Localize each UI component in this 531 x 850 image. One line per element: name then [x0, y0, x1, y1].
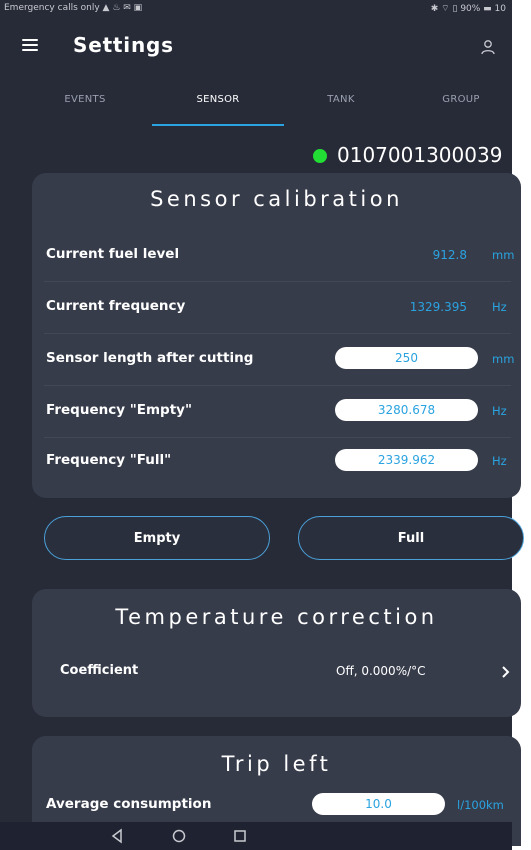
tab-events[interactable]: EVENTS	[20, 79, 150, 125]
row-unit: mm	[492, 248, 515, 262]
user-icon[interactable]	[480, 39, 496, 55]
row-unit: Hz	[492, 300, 507, 314]
coefficient-value: Off, 0.000%/°C	[336, 664, 426, 678]
tab-group[interactable]: GROUP	[410, 79, 512, 125]
row-unit: l/100km	[457, 798, 504, 812]
row-sensor-length: Sensor length after cutting 250 mm	[32, 334, 521, 386]
tab-tank[interactable]: TANK	[286, 79, 396, 125]
coefficient-label: Coefficient	[60, 663, 139, 678]
row-unit: Hz	[492, 454, 507, 468]
row-value: 1329.395	[409, 300, 467, 314]
row-unit: Hz	[492, 404, 507, 418]
status-left-text: Emergency calls only ▲ ♨ ✉ ▣	[4, 3, 143, 13]
row-frequency-empty: Frequency "Empty" 3280.678 Hz	[32, 386, 521, 438]
row-value: 912.8	[432, 248, 467, 262]
row-label: Frequency "Empty"	[46, 402, 192, 418]
average-consumption-input[interactable]: 10.0	[312, 793, 445, 815]
device-id: 0107001300039	[337, 143, 503, 167]
status-right-text: ✱ ⌔ ▯ 90% ▬ 10	[430, 4, 506, 14]
menu-icon[interactable]	[22, 39, 38, 53]
card-title: Trip left	[221, 752, 332, 776]
row-label: Current frequency	[46, 298, 186, 314]
tab-sensor[interactable]: SENSOR	[152, 79, 284, 125]
frequency-full-input[interactable]: 2339.962	[335, 449, 478, 471]
home-icon[interactable]	[170, 827, 188, 845]
recents-icon[interactable]	[231, 827, 249, 845]
card-title: Temperature correction	[115, 605, 438, 629]
sensor-calibration-card: Sensor calibration Current fuel level 91…	[32, 173, 521, 498]
row-label: Frequency "Full"	[46, 452, 172, 468]
frequency-empty-input[interactable]: 3280.678	[335, 399, 478, 421]
row-frequency-full: Frequency "Full" 2339.962 Hz	[32, 436, 521, 488]
device-header: 0107001300039	[0, 140, 512, 174]
row-current-frequency: Current frequency 1329.395 Hz	[32, 282, 521, 334]
app-bar: Settings	[0, 17, 512, 79]
row-label: Sensor length after cutting	[46, 350, 254, 366]
active-tab-indicator	[152, 124, 284, 126]
coefficient-row[interactable]: Coefficient Off, 0.000%/°C	[32, 647, 521, 697]
page-title: Settings	[73, 33, 174, 57]
sensor-length-input[interactable]: 250	[335, 347, 478, 369]
tab-bar: EVENTS SENSOR TANK GROUP	[0, 79, 512, 129]
status-bar: Emergency calls only ▲ ♨ ✉ ▣ ✱ ⌔ ▯ 90% ▬…	[0, 0, 512, 17]
row-label: Average consumption	[46, 796, 212, 812]
empty-button[interactable]: Empty	[44, 516, 270, 560]
temperature-correction-card: Temperature correction Coefficient Off, …	[32, 589, 521, 717]
back-icon[interactable]	[108, 827, 126, 845]
card-title: Sensor calibration	[150, 187, 403, 211]
row-label: Current fuel level	[46, 246, 180, 262]
edit-icon[interactable]	[511, 144, 531, 166]
row-current-fuel-level: Current fuel level 912.8 mm	[32, 230, 521, 282]
row-unit: mm	[492, 352, 515, 366]
system-nav-bar	[0, 822, 512, 850]
full-button[interactable]: Full	[298, 516, 524, 560]
connection-status-dot	[313, 149, 327, 163]
chevron-right-icon	[502, 666, 510, 678]
